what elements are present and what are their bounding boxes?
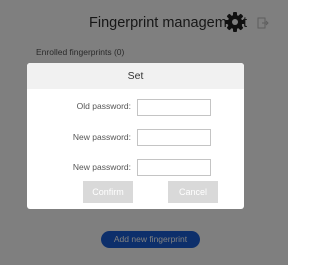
old-password-input[interactable] [137, 99, 211, 116]
confirm-password-label: New password: [72, 162, 131, 172]
confirm-button[interactable]: Confirm [83, 181, 133, 203]
confirm-password-input[interactable] [137, 159, 211, 176]
set-password-dialog: Set Old password: New password: New pass… [27, 63, 244, 209]
new-password-input[interactable] [137, 129, 211, 146]
dialog-title: Set [27, 63, 244, 89]
new-password-label: New password: [72, 132, 131, 142]
old-password-label: Old password: [76, 101, 131, 111]
cancel-button[interactable]: Cancel [168, 181, 218, 203]
